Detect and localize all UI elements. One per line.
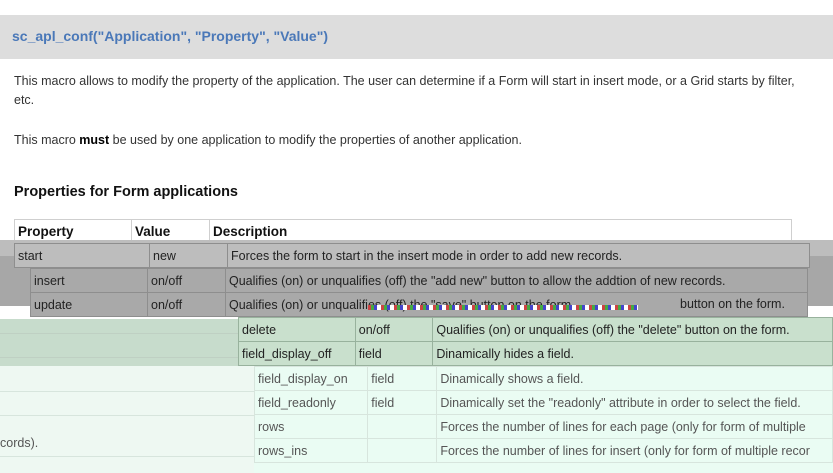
cell-value: new (149, 243, 228, 268)
cell-property: field_display_on (253, 366, 369, 391)
table-row: rows Forces the number of lines for each… (253, 414, 833, 439)
table-row: field_display_on field Dinamically shows… (253, 366, 833, 391)
cell-description: Dinamically set the "readonly" attribute… (436, 390, 833, 415)
glitch-band-green-left (0, 319, 238, 369)
top-spacer (0, 0, 833, 15)
cell-property: field_readonly (253, 390, 369, 415)
cell-description: Forces the number of lines for each page… (436, 414, 833, 439)
cell-value (367, 414, 438, 439)
cell-property: delete (238, 317, 356, 342)
table-row: field_display_off field Dinamically hide… (238, 341, 833, 366)
cell-value: field (354, 341, 434, 366)
cell-property: field_display_off (238, 341, 356, 366)
left-text-fragment: cords). (0, 436, 39, 450)
table-row: insert on/off Qualifies (on) or unqualif… (30, 268, 808, 293)
cell-description: Dinamically shows a field. (436, 366, 833, 391)
cell-description: Qualifies (on) or unqualifies (off) the … (432, 317, 833, 342)
cell-value: field (367, 366, 438, 391)
cell-value: field (367, 390, 438, 415)
render-noise (368, 305, 638, 310)
cell-value: on/off (147, 292, 226, 317)
cell-value: on/off (354, 317, 434, 342)
cell-description: Qualifies (on) or unqualifies (off) the … (225, 268, 808, 293)
cell-property: rows_ins (253, 438, 369, 463)
macro-title: sc_apl_conf("Application", "Property", "… (12, 28, 329, 44)
table-rows-lower: field_display_on field Dinamically shows… (253, 366, 833, 463)
cell-property: start (14, 243, 150, 268)
cell-property: rows (253, 414, 369, 439)
table-row: start new Forces the form to start in th… (14, 243, 810, 268)
table-row: field_readonly field Dinamically set the… (253, 390, 833, 415)
cell-description: Dinamically hides a field. (432, 341, 833, 366)
usage-paragraph: This macro must be used by one applicati… (14, 131, 814, 150)
cell-description: Forces the number of lines for insert (o… (436, 438, 833, 463)
macro-title-bar: sc_apl_conf("Application", "Property", "… (0, 15, 833, 59)
table-row: rows_ins Forces the number of lines for … (253, 438, 833, 463)
cell-value (367, 438, 438, 463)
usage-text-after: be used by one application to modify the… (109, 133, 522, 147)
intro-paragraph: This macro allows to modify the property… (14, 74, 795, 107)
overlap-fragment: button on the form. (680, 297, 785, 311)
usage-text-before: This macro (14, 133, 80, 147)
cell-value: on/off (147, 268, 226, 293)
cell-property: update (30, 292, 148, 317)
table-rows-delete-display: delete on/off Qualifies (on) or unqualif… (238, 317, 833, 366)
section-heading: Properties for Form applications (14, 184, 238, 200)
cell-property: insert (30, 268, 148, 293)
table-row-start: start new Forces the form to start in th… (14, 243, 810, 268)
table-row: delete on/off Qualifies (on) or unqualif… (238, 317, 833, 342)
cell-description: Forces the form to start in the insert m… (227, 243, 810, 268)
usage-text-bold: must (79, 133, 110, 147)
